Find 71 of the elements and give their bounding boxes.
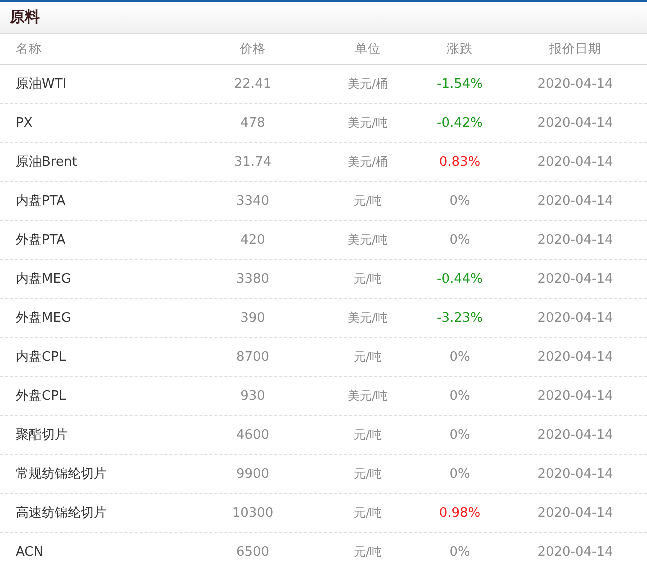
table-cell-text: 0.83%	[438, 154, 482, 170]
column-header: 价格	[239, 40, 267, 58]
table-cell-text: 元/吨	[352, 544, 384, 560]
table-cell-text: 390	[240, 310, 266, 326]
table-cell-text: 2020-04-14	[536, 194, 614, 208]
table-cell-text: 元/吨	[352, 504, 384, 522]
table-cell-text: 0%	[448, 466, 472, 482]
table-cell-text: 内盘PTA	[15, 193, 67, 210]
table-cell-text: ACN	[15, 544, 44, 560]
table-cell-text: 2020-04-14	[536, 116, 614, 130]
table-cell-text: -1.54%	[436, 76, 484, 92]
table-cell-text: 8700	[235, 350, 271, 364]
table-cell-text: -0.44%	[436, 272, 484, 286]
table-cell-text: 外盘MEG	[15, 310, 73, 327]
table-cell-text: 22.41	[233, 76, 273, 92]
column-header: 报价日期	[548, 40, 602, 58]
table-cell-text: 4600	[235, 428, 271, 442]
table-cell-text: 2020-04-14	[536, 466, 614, 482]
table-cell-text: 0%	[448, 428, 472, 442]
table-cell-text: 2020-04-14	[536, 272, 614, 286]
table-cell-text: 2020-04-14	[536, 232, 614, 248]
table-cell-text: 2020-04-14	[536, 154, 614, 170]
table-cell-text: 美元/吨	[346, 114, 390, 132]
column-header: 名称	[15, 40, 43, 58]
table-cell-text: 美元/吨	[346, 232, 390, 248]
table-cell-text: 6500	[235, 544, 271, 560]
table-cell-text: 0%	[448, 544, 472, 560]
table-cell-text: 2020-04-14	[536, 310, 614, 326]
table-cell-text: 2020-04-14	[536, 428, 614, 442]
column-header: 单位	[354, 40, 382, 58]
table-cell-text: 2020-04-14	[536, 388, 614, 404]
table-cell-text: 2020-04-14	[536, 544, 614, 560]
panel-title: 原料	[10, 8, 40, 27]
table-cell-text: 美元/桶	[346, 154, 390, 170]
table-cell-text: 10300	[231, 506, 275, 520]
table-cell-text: 原油WTI	[15, 76, 68, 93]
table-cell-text: 9900	[235, 466, 271, 482]
table-cell-text: 31.74	[233, 154, 273, 170]
table-cell-text: 3380	[235, 272, 271, 286]
table-cell-text: -3.23%	[436, 310, 484, 326]
table-cell-text: 内盘MEG	[15, 271, 73, 288]
table-cell-text: 2020-04-14	[536, 76, 614, 92]
table-cell-text: 元/吨	[352, 270, 384, 288]
table-cell-text: 元/吨	[352, 348, 384, 366]
table-cell-text: 3340	[235, 194, 271, 208]
table-cell-text: 原油Brent	[15, 154, 78, 171]
table-cell-text: PX	[15, 116, 34, 130]
table-cell-text: 2020-04-14	[536, 350, 614, 364]
table-cell-text: 美元/桶	[346, 76, 390, 92]
table-cell-text: 478	[240, 116, 266, 130]
table-cell-text: 930	[240, 388, 266, 404]
table-cell-text: 0%	[448, 194, 472, 208]
column-header: 涨跌	[446, 40, 474, 58]
table-cell-text: 0%	[448, 350, 472, 364]
table-cell-text: 外盘CPL	[15, 388, 68, 405]
table-cell-text: 内盘CPL	[15, 349, 68, 366]
table-cell-text: 0%	[448, 388, 472, 404]
table-cell-text: -0.42%	[436, 116, 484, 130]
table-cell-text: 元/吨	[352, 426, 384, 444]
table-cell-text: 0.98%	[438, 506, 482, 520]
table-cell-text: 元/吨	[352, 192, 384, 210]
table-cell-text: 0%	[448, 232, 472, 248]
table-cell-text: 2020-04-14	[536, 506, 614, 520]
table-cell-text: 聚酯切片	[15, 427, 69, 444]
table-cell-text: 420	[240, 232, 266, 248]
table-cell-text: 美元/吨	[346, 310, 390, 326]
table-cell-text: 外盘PTA	[15, 232, 67, 249]
table-cell-text: 常规纺锦纶切片	[15, 466, 108, 483]
table-cell-text: 美元/吨	[346, 388, 390, 404]
table-cell-text: 高速纺锦纶切片	[15, 505, 108, 522]
table-cell-text: 元/吨	[352, 466, 384, 482]
